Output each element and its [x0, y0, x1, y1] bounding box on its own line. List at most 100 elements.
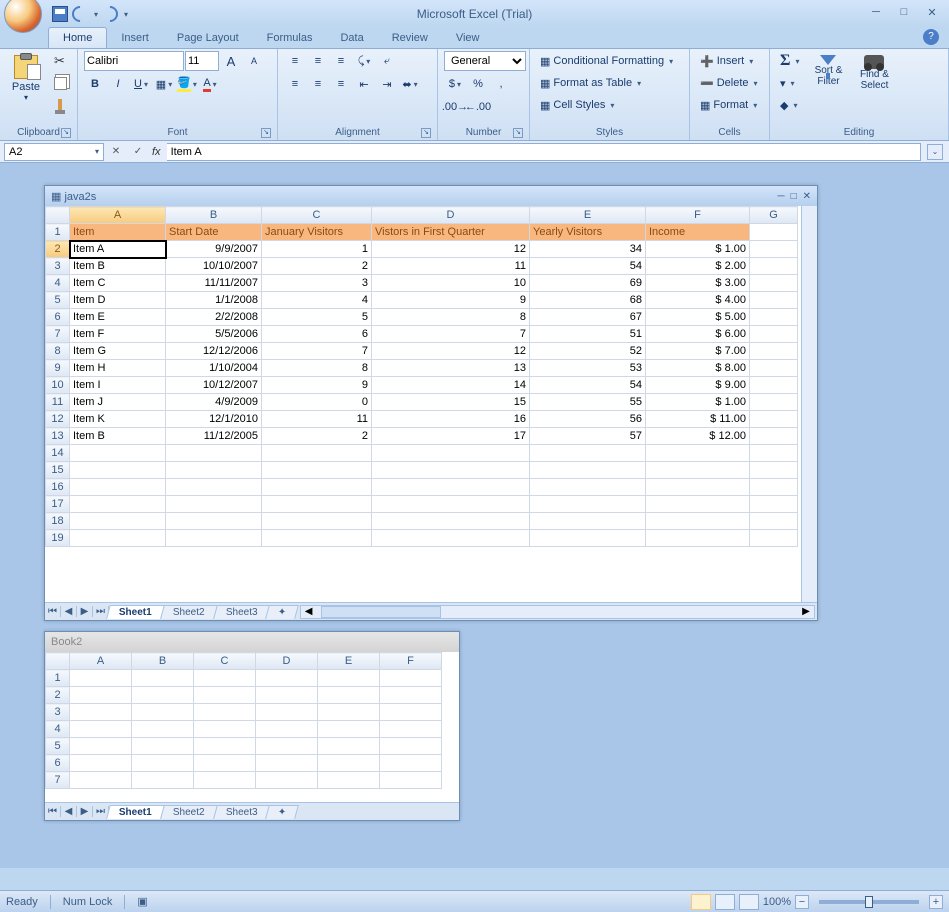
- wb1-sheet3-tab[interactable]: Sheet3: [213, 605, 270, 619]
- wb2-tab-prev[interactable]: ◀: [61, 806, 77, 817]
- delete-cells-button[interactable]: ➖Delete: [696, 73, 763, 93]
- align-center-button[interactable]: ≡: [307, 74, 329, 94]
- maximize-button[interactable]: □: [893, 4, 915, 20]
- wb1-new-sheet-tab[interactable]: ✦: [265, 605, 299, 619]
- wrap-text-button[interactable]: ⤶: [376, 51, 398, 71]
- fx-icon[interactable]: fx: [152, 146, 161, 158]
- align-bottom-button[interactable]: ≡: [330, 51, 352, 71]
- align-top-button[interactable]: ≡: [284, 51, 306, 71]
- tab-data[interactable]: Data: [326, 28, 377, 48]
- font-color-button[interactable]: A: [199, 74, 221, 94]
- group-editing: Σ ▾ ◆ Sort & Filter Find & Select Editin…: [770, 49, 949, 140]
- currency-button[interactable]: $: [444, 74, 466, 94]
- wb2-tab-first[interactable]: ⏮: [45, 806, 61, 817]
- cut-button[interactable]: ✂: [50, 51, 71, 71]
- tab-view[interactable]: View: [442, 28, 494, 48]
- tab-insert[interactable]: Insert: [107, 28, 163, 48]
- page-layout-view-button[interactable]: [715, 894, 735, 910]
- align-middle-button[interactable]: ≡: [307, 51, 329, 71]
- comma-button[interactable]: ,: [490, 74, 512, 94]
- wb1-grid[interactable]: ABCDEFG1ItemStart DateJanuary VisitorsVi…: [45, 206, 798, 547]
- shrink-font-button[interactable]: A: [243, 51, 265, 71]
- wb2-sheet2-tab[interactable]: Sheet2: [160, 805, 217, 819]
- number-format-select[interactable]: General: [444, 51, 526, 71]
- clear-icon: ◆: [780, 99, 788, 112]
- alignment-launcher[interactable]: ↘: [421, 128, 431, 138]
- autosum-button[interactable]: Σ: [776, 51, 803, 71]
- wb1-tab-next[interactable]: ▶: [77, 606, 93, 617]
- zoom-out-button[interactable]: −: [795, 895, 809, 909]
- grow-font-button[interactable]: A: [220, 51, 242, 71]
- number-label: Number↘: [444, 125, 523, 140]
- wb1-tab-prev[interactable]: ◀: [61, 606, 77, 617]
- conditional-formatting-button[interactable]: ▦Conditional Formatting: [536, 51, 683, 71]
- expand-formula-bar[interactable]: ⌄: [927, 144, 943, 160]
- wb1-minimize[interactable]: ─: [777, 191, 784, 202]
- wb1-sheet1-tab[interactable]: Sheet1: [106, 605, 165, 619]
- close-button[interactable]: ✕: [921, 4, 943, 20]
- merge-center-button[interactable]: ⬌: [399, 74, 421, 94]
- zoom-slider[interactable]: [819, 900, 919, 904]
- decrease-decimal-button[interactable]: ←.00: [467, 97, 489, 117]
- format-painter-button[interactable]: [50, 95, 71, 115]
- wb2-titlebar[interactable]: Book2: [45, 632, 459, 652]
- align-right-button[interactable]: ≡: [330, 74, 352, 94]
- wb2-grid[interactable]: ABCDEF1234567: [45, 652, 442, 789]
- page-break-view-button[interactable]: [739, 894, 759, 910]
- clipboard-launcher[interactable]: ↘: [61, 128, 71, 138]
- normal-view-button[interactable]: [691, 894, 711, 910]
- bold-button[interactable]: B: [84, 74, 106, 94]
- zoom-in-button[interactable]: +: [929, 895, 943, 909]
- wb1-maximize[interactable]: □: [791, 191, 797, 202]
- decrease-indent-button[interactable]: ⇤: [353, 74, 375, 94]
- wb1-tab-first[interactable]: ⏮: [45, 606, 61, 617]
- clear-button[interactable]: ◆: [776, 95, 803, 115]
- tab-home[interactable]: Home: [48, 27, 107, 48]
- format-cells-button[interactable]: ▦Format: [696, 95, 763, 115]
- align-left-button[interactable]: ≡: [284, 74, 306, 94]
- cancel-formula-button[interactable]: ✕: [108, 144, 124, 160]
- tab-page-layout[interactable]: Page Layout: [163, 28, 253, 48]
- fill-button[interactable]: ▾: [776, 73, 803, 93]
- macro-record-icon[interactable]: ▣: [137, 895, 147, 908]
- minimize-button[interactable]: ─: [865, 4, 887, 20]
- increase-decimal-button[interactable]: .00→: [444, 97, 466, 117]
- fill-color-button[interactable]: 🪣: [176, 74, 198, 94]
- font-name-input[interactable]: [84, 51, 184, 71]
- format-as-table-button[interactable]: ▦Format as Table: [536, 73, 683, 93]
- border-button[interactable]: ▦: [153, 74, 175, 94]
- enter-formula-button[interactable]: ✓: [130, 144, 146, 160]
- wb1-close[interactable]: ✕: [803, 191, 811, 202]
- tab-review[interactable]: Review: [378, 28, 442, 48]
- italic-button[interactable]: I: [107, 74, 129, 94]
- formula-input[interactable]: [167, 143, 921, 161]
- wb1-titlebar[interactable]: ▦ java2s ─ □ ✕: [45, 186, 817, 206]
- wb1-sheet-tabs: ⏮ ◀ ▶ ⏭ Sheet1 Sheet2 Sheet3 ✦ ◀▶: [45, 602, 817, 620]
- sort-filter-button[interactable]: Sort & Filter: [807, 51, 849, 87]
- increase-indent-button[interactable]: ⇥: [376, 74, 398, 94]
- name-box[interactable]: A2▾: [4, 143, 104, 161]
- wb2-sheet3-tab[interactable]: Sheet3: [213, 805, 270, 819]
- insert-cells-button[interactable]: ➕Insert: [696, 51, 763, 71]
- wb2-tab-next[interactable]: ▶: [77, 806, 93, 817]
- wb1-vscroll[interactable]: [801, 206, 817, 602]
- number-launcher[interactable]: ↘: [513, 128, 523, 138]
- help-icon[interactable]: ?: [923, 29, 939, 45]
- underline-button[interactable]: U: [130, 74, 152, 94]
- cell-styles-button[interactable]: ▦Cell Styles: [536, 95, 683, 115]
- find-select-button[interactable]: Find & Select: [853, 51, 895, 91]
- orientation-button[interactable]: ⤹: [353, 51, 375, 71]
- font-label: Font↘: [84, 125, 271, 140]
- wb2-sheet1-tab[interactable]: Sheet1: [106, 805, 165, 819]
- zoom-level[interactable]: 100%: [763, 896, 791, 908]
- paste-button[interactable]: Paste ▾: [6, 51, 46, 102]
- wb1-hscroll[interactable]: ◀▶: [300, 605, 815, 619]
- font-size-input[interactable]: [185, 51, 219, 71]
- copy-button[interactable]: [50, 73, 71, 93]
- percent-button[interactable]: %: [467, 74, 489, 94]
- wb1-sheet2-tab[interactable]: Sheet2: [160, 605, 217, 619]
- binoculars-icon: [864, 55, 884, 69]
- wb2-new-sheet-tab[interactable]: ✦: [265, 805, 299, 819]
- tab-formulas[interactable]: Formulas: [253, 28, 327, 48]
- font-launcher[interactable]: ↘: [261, 128, 271, 138]
